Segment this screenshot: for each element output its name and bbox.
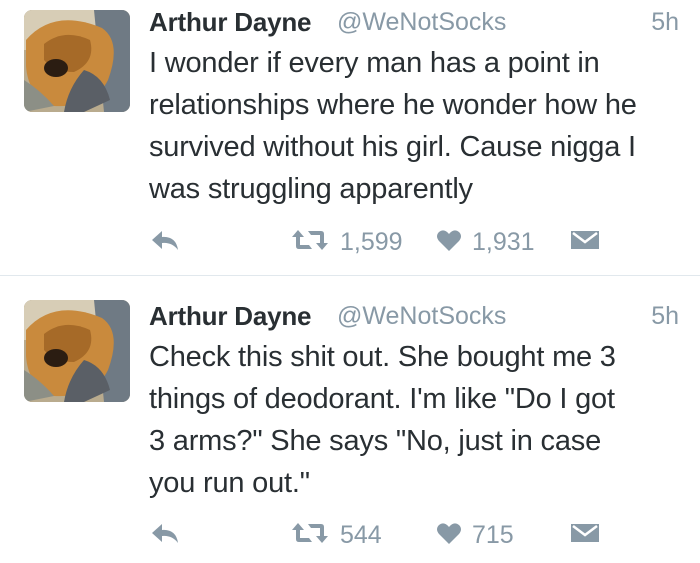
reply-button[interactable] (150, 517, 180, 553)
like-button[interactable]: 1,931 (436, 224, 535, 260)
like-button[interactable]: 715 (436, 517, 514, 553)
direct-message-icon (570, 521, 600, 550)
tweet-header: Arthur Dayne @WeNotSocks 5h (149, 298, 679, 334)
direct-message-icon (570, 228, 600, 257)
retweet-count: 544 (340, 521, 382, 549)
tweet[interactable]: Arthur Dayne @WeNotSocks 5h I wonder if … (0, 0, 700, 275)
timeline: Arthur Dayne @WeNotSocks 5h I wonder if … (0, 0, 700, 563)
tweet-header: Arthur Dayne @WeNotSocks 5h (149, 4, 679, 40)
tweet-text: Check this shit out. She bought me 3 thi… (149, 341, 616, 499)
retweet-button[interactable]: 1,599 (290, 224, 403, 260)
user-name[interactable]: Arthur Dayne (149, 298, 311, 334)
retweet-icon (290, 521, 330, 550)
reply-button[interactable] (150, 224, 180, 260)
tweet-text: I wonder if every man has a point in rel… (149, 47, 637, 205)
like-count: 1,931 (472, 228, 535, 256)
heart-icon (436, 228, 462, 257)
retweet-count: 1,599 (340, 228, 403, 256)
retweet-icon (290, 228, 330, 257)
reply-icon (150, 521, 180, 550)
avatar-image (24, 10, 130, 112)
retweet-button[interactable]: 544 (290, 517, 382, 553)
tweet-timestamp[interactable]: 5h (651, 298, 679, 334)
direct-message-button[interactable] (570, 517, 600, 553)
tweet-timestamp[interactable]: 5h (651, 4, 679, 40)
tweet-actions: 544 715 (0, 517, 700, 553)
direct-message-button[interactable] (570, 224, 600, 260)
user-name[interactable]: Arthur Dayne (149, 4, 311, 40)
reply-icon (150, 228, 180, 257)
user-handle[interactable]: @WeNotSocks (337, 298, 506, 334)
heart-icon (436, 521, 462, 550)
avatar[interactable] (24, 300, 130, 402)
like-count: 715 (472, 521, 514, 549)
avatar[interactable] (24, 10, 130, 112)
tweet-actions: 1,599 1,931 (0, 224, 700, 260)
avatar-image (24, 300, 130, 402)
tweet[interactable]: Arthur Dayne @WeNotSocks 5h Check this s… (0, 276, 700, 563)
user-handle[interactable]: @WeNotSocks (337, 4, 506, 40)
